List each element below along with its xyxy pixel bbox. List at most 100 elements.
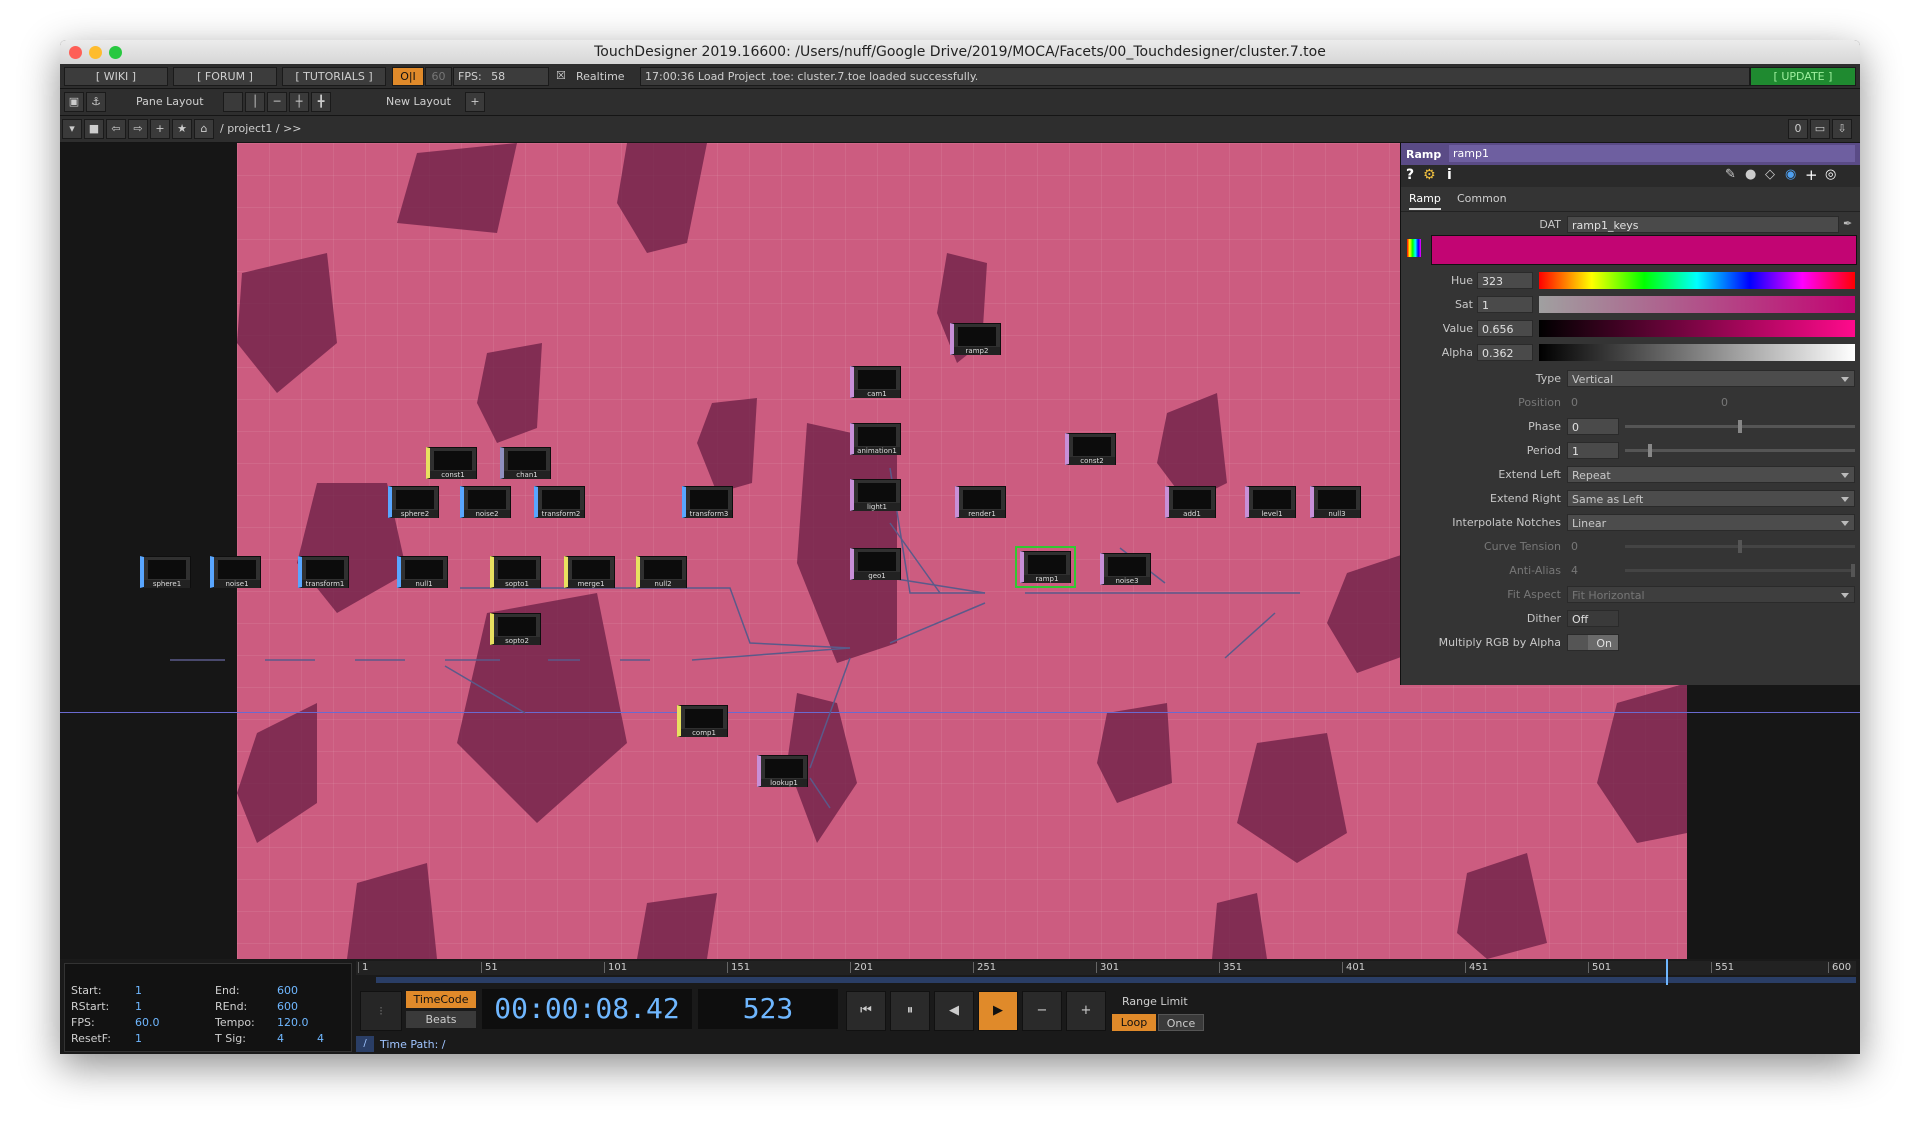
end-value[interactable]: 600 — [277, 984, 298, 997]
node-merge1[interactable]: merge1 — [564, 556, 615, 588]
dat-field[interactable]: ramp1_keys — [1567, 216, 1839, 233]
node-light1[interactable]: light1 — [850, 479, 901, 511]
fit-aspect-menu[interactable]: Fit Horizontal — [1567, 586, 1855, 603]
node-sopto2[interactable]: sopto2 — [490, 613, 541, 645]
hue-field[interactable]: 323 — [1477, 272, 1533, 289]
node-null1[interactable]: null1 — [397, 556, 448, 588]
node-sphere1[interactable]: sphere1 — [140, 556, 191, 588]
oi-toggle[interactable]: O|I — [392, 67, 424, 86]
node-level1[interactable]: level1 — [1245, 486, 1296, 518]
zoom-window-button[interactable] — [109, 46, 122, 59]
tsig-denominator[interactable]: 4 — [317, 1032, 324, 1045]
rend-value[interactable]: 600 — [277, 1000, 298, 1013]
rstart-value[interactable]: 1 — [135, 1000, 142, 1013]
minimize-window-button[interactable] — [89, 46, 102, 59]
alpha-slider[interactable] — [1539, 344, 1855, 361]
timeline-settings-toggle[interactable]: ⁝ — [360, 991, 402, 1031]
period-slider[interactable] — [1625, 444, 1855, 457]
tempo-value[interactable]: 120.0 — [277, 1016, 309, 1029]
node-const1[interactable]: const1 — [426, 447, 477, 479]
chevron-down-icon[interactable]: ▾ — [62, 119, 82, 139]
home-icon[interactable]: ⌂ — [194, 119, 214, 139]
layout-split-vertical-icon[interactable]: │ — [245, 92, 265, 112]
multiply-toggle[interactable]: On — [1567, 634, 1619, 651]
node-ramp1[interactable]: ramp1 — [1015, 546, 1076, 588]
close-window-button[interactable] — [69, 46, 82, 59]
type-menu[interactable]: Vertical — [1567, 370, 1855, 387]
anti-alias-slider[interactable] — [1625, 564, 1855, 577]
python-help-icon[interactable]: ⚙ — [1423, 167, 1436, 183]
value-slider[interactable] — [1539, 320, 1855, 337]
node-transform2[interactable]: transform2 — [534, 486, 585, 518]
value-field[interactable]: 0.656 — [1477, 320, 1533, 337]
sat-slider[interactable] — [1539, 296, 1855, 313]
period-field[interactable]: 1 — [1567, 442, 1619, 459]
network-path[interactable]: / project1 / >> — [220, 122, 302, 135]
fps-value[interactable]: 60.0 — [135, 1016, 160, 1029]
node-cam1[interactable]: cam1 — [850, 366, 901, 398]
realtime-checkbox[interactable]: ☒ — [556, 69, 566, 82]
node-null3[interactable]: null3 — [1310, 486, 1361, 518]
pencil-icon[interactable]: ✎ — [1725, 167, 1736, 182]
layout-three-icon[interactable]: ┼ — [289, 92, 309, 112]
node-animation1[interactable]: animation1 — [850, 423, 901, 455]
node-const2[interactable]: const2 — [1065, 433, 1116, 465]
step-plus-button[interactable]: + — [1066, 991, 1106, 1031]
anchor-icon[interactable]: ⚓ — [86, 92, 106, 112]
add-icon[interactable]: + — [1805, 166, 1818, 184]
update-button[interactable]: [ UPDATE ] — [1750, 67, 1856, 86]
position-x[interactable]: 0 — [1571, 396, 1578, 409]
node-lookup1[interactable]: lookup1 — [757, 755, 808, 787]
tab-ramp[interactable]: Ramp — [1409, 192, 1441, 210]
anti-alias-handle[interactable] — [1851, 564, 1855, 577]
start-value[interactable]: 1 — [135, 984, 142, 997]
layout-four-icon[interactable]: ╋ — [311, 92, 331, 112]
forum-button[interactable]: [ FORUM ] — [173, 67, 277, 86]
phase-slider[interactable] — [1625, 420, 1855, 433]
beats-button[interactable]: Beats — [406, 1011, 476, 1028]
op-name-field[interactable]: ramp1 — [1449, 145, 1855, 162]
curve-tension-value[interactable]: 0 — [1571, 540, 1578, 553]
node-null2[interactable]: null2 — [636, 556, 687, 588]
layout-split-horizontal-icon[interactable]: ─ — [267, 92, 287, 112]
split-pane-icon[interactable]: ⇩ — [1832, 119, 1852, 139]
sixty-fps-button[interactable]: 60 — [425, 67, 452, 86]
dither-toggle[interactable]: Off — [1567, 610, 1619, 627]
node-chan1[interactable]: chan1 — [500, 447, 551, 479]
phase-field[interactable]: 0 — [1567, 418, 1619, 435]
extend-right-menu[interactable]: Same as Left — [1567, 490, 1855, 507]
target-icon[interactable]: ◎ — [1825, 167, 1836, 182]
curve-tension-slider[interactable] — [1625, 540, 1855, 553]
once-button[interactable]: Once — [1158, 1014, 1204, 1031]
hue-slider[interactable] — [1539, 272, 1855, 289]
pause-icon[interactable]: ⏸ — [890, 991, 930, 1031]
position-y[interactable]: 0 — [1721, 396, 1728, 409]
info-icon[interactable]: i — [1447, 167, 1452, 183]
loop-button[interactable]: Loop — [1112, 1014, 1156, 1031]
node-noise3[interactable]: noise3 — [1100, 553, 1151, 585]
node-ramp2[interactable]: ramp2 — [950, 323, 1001, 355]
time-path-slash[interactable]: / — [356, 1036, 374, 1052]
resetf-value[interactable]: 1 — [135, 1032, 142, 1045]
node-render1[interactable]: render1 — [955, 486, 1006, 518]
anti-alias-value[interactable]: 4 — [1571, 564, 1578, 577]
step-minus-button[interactable]: − — [1022, 991, 1062, 1031]
dat-edit-icon[interactable]: ✒ — [1843, 217, 1852, 230]
node-comp1[interactable]: comp1 — [677, 705, 728, 737]
add-layout-button[interactable]: + — [465, 92, 485, 112]
node-noise1[interactable]: noise1 — [210, 556, 261, 588]
period-slider-handle[interactable] — [1648, 444, 1652, 457]
python-icon[interactable]: ◉ — [1785, 167, 1796, 182]
add-icon[interactable]: + — [150, 119, 170, 139]
back-arrow-icon[interactable]: ⇦ — [106, 119, 126, 139]
tutorials-button[interactable]: [ TUTORIALS ] — [282, 67, 386, 86]
node-add1[interactable]: add1 — [1165, 486, 1216, 518]
tsig-numerator[interactable]: 4 — [277, 1032, 284, 1045]
image-icon[interactable]: ▣ — [64, 92, 84, 112]
timeline-ruler[interactable]: 1 51 101 151 201 251 301 351 401 451 501 551 600 — [356, 961, 1856, 975]
step-back-icon[interactable]: ◀ — [934, 991, 974, 1031]
ramp-gradient-editor[interactable] — [1431, 235, 1857, 265]
sat-field[interactable]: 1 — [1477, 296, 1533, 313]
wiki-button[interactable]: [ WIKI ] — [64, 67, 168, 86]
forward-arrow-icon[interactable]: ⇨ — [128, 119, 148, 139]
